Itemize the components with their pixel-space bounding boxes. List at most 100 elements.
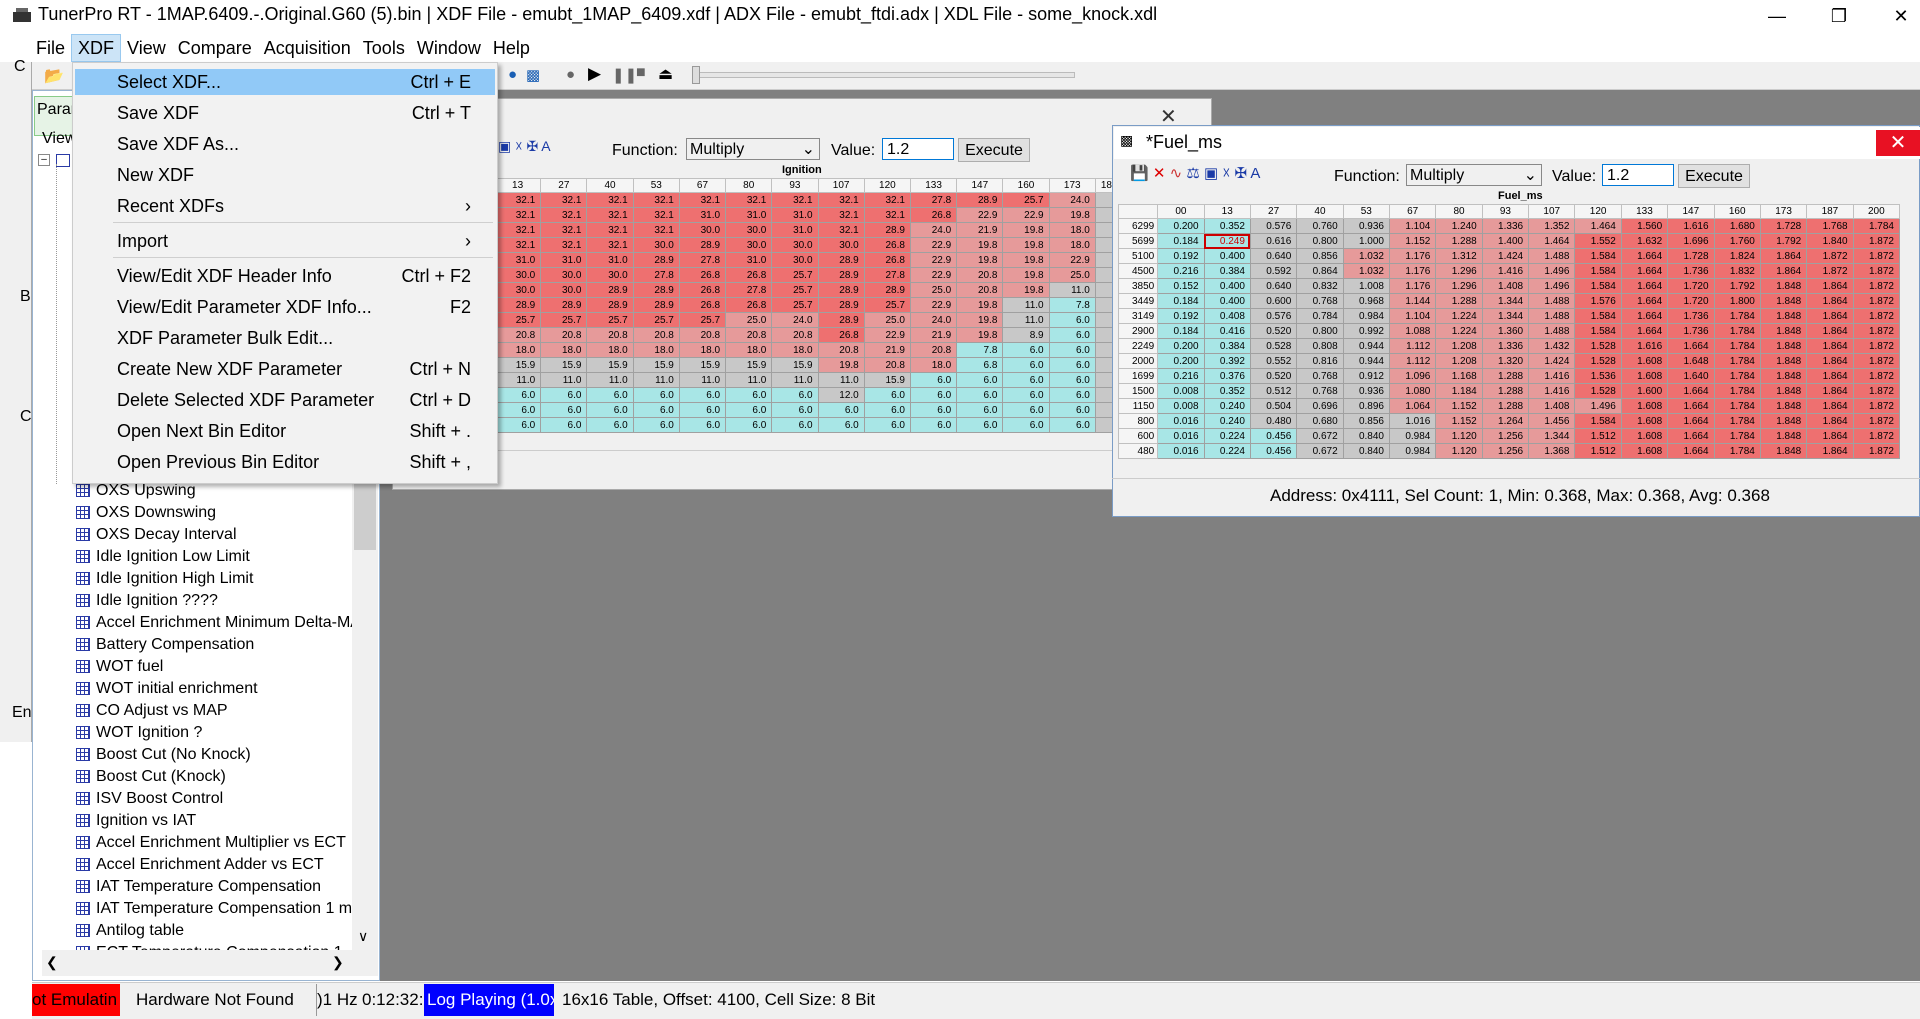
table-cell[interactable]: 1.848 — [1759, 308, 1808, 324]
table-cell[interactable]: 32.1 — [586, 192, 634, 208]
table-cell[interactable]: 1.336 — [1481, 338, 1530, 354]
table-cell[interactable]: 15.9 — [725, 357, 773, 373]
table-cell[interactable]: 0.672 — [1296, 428, 1344, 444]
table-cell[interactable]: 22.9 — [863, 327, 911, 343]
table-cell[interactable]: 0.912 — [1342, 368, 1391, 384]
table-cell[interactable]: 0.856 — [1296, 248, 1344, 264]
table-cell[interactable]: 6.0 — [817, 417, 865, 433]
table-cell[interactable]: 1.608 — [1620, 428, 1669, 444]
table-cell[interactable]: 0.408 — [1203, 308, 1251, 324]
table-cell[interactable]: 0.192 — [1157, 308, 1205, 324]
parameter-list-item[interactable]: Idle Ignition High Limit — [42, 568, 352, 590]
table-cell[interactable]: 0.480 — [1249, 413, 1298, 429]
table-cell[interactable]: 11.0 — [632, 372, 680, 388]
table-cell[interactable]: 0.504 — [1249, 398, 1298, 414]
table-cell[interactable]: 0.944 — [1342, 353, 1391, 369]
table-cell[interactable]: 1.032 — [1342, 248, 1391, 264]
parameter-list-item[interactable]: IAT Temperature Compensation — [42, 876, 352, 898]
table-cell[interactable]: 30.0 — [493, 267, 542, 283]
table-cell[interactable]: 1.872 — [1852, 398, 1901, 414]
table-cell[interactable]: 20.8 — [956, 267, 1004, 283]
table-cell[interactable]: 25.7 — [586, 312, 634, 328]
table-cell[interactable]: 31.0 — [725, 207, 773, 223]
table-cell[interactable]: 27.8 — [725, 282, 773, 298]
fuel-value-input[interactable]: 1.2 — [1602, 164, 1674, 186]
table-cell[interactable]: 18.0 — [771, 342, 819, 358]
table-cell[interactable]: 6.0 — [1048, 372, 1096, 388]
table-cell[interactable]: 6.0 — [678, 417, 727, 433]
table-cell[interactable]: 19.8 — [817, 357, 865, 373]
table-cell[interactable]: 1.664 — [1620, 308, 1669, 324]
table-cell[interactable]: 1.584 — [1574, 248, 1622, 264]
table-cell[interactable]: 1.616 — [1667, 218, 1715, 234]
table-cell[interactable]: 20.8 — [909, 342, 958, 358]
table-cell[interactable]: 25.7 — [1002, 192, 1050, 208]
table-cell[interactable]: 0.512 — [1249, 383, 1298, 399]
table-cell[interactable]: 22.9 — [956, 207, 1004, 223]
table-cell[interactable]: 6.0 — [540, 417, 588, 433]
table-cell[interactable]: 0.216 — [1157, 368, 1205, 384]
table-cell[interactable]: 1.176 — [1388, 248, 1437, 264]
table-cell[interactable]: 0.936 — [1342, 383, 1391, 399]
table-cell[interactable]: 0.672 — [1296, 443, 1344, 459]
horizontal-scrollbar[interactable] — [42, 950, 378, 976]
table-cell[interactable]: 0.184 — [1157, 233, 1205, 249]
table-cell[interactable]: 25.7 — [771, 267, 819, 283]
open-folder-icon[interactable]: 📂 — [44, 66, 64, 86]
table-cell[interactable]: 21.9 — [863, 342, 911, 358]
table-cell[interactable]: 1.432 — [1528, 338, 1576, 354]
table-cell[interactable]: 19.8 — [1048, 207, 1096, 223]
cut-icon[interactable]: ☓ — [1222, 165, 1230, 182]
table-cell[interactable]: 26.8 — [817, 327, 865, 343]
table-cell[interactable]: 6.0 — [956, 387, 1004, 403]
table-cell[interactable]: 0.640 — [1249, 278, 1298, 294]
table-cell[interactable]: 1.496 — [1528, 278, 1576, 294]
table-cell[interactable]: 1.528 — [1574, 383, 1622, 399]
table-cell[interactable]: 1.208 — [1435, 353, 1483, 369]
table-cell[interactable]: 6.0 — [540, 387, 588, 403]
table-cell[interactable]: 1.112 — [1388, 353, 1437, 369]
table-cell[interactable]: 1.488 — [1528, 248, 1576, 264]
table-cell[interactable]: 0.576 — [1249, 308, 1298, 324]
table-cell[interactable]: 1.168 — [1435, 368, 1483, 384]
table-cell[interactable]: 1.584 — [1574, 413, 1622, 429]
table-cell[interactable]: 11.0 — [725, 372, 773, 388]
table-cell[interactable]: 1.368 — [1528, 443, 1576, 459]
table-cell[interactable]: 1.096 — [1388, 368, 1437, 384]
table-cell[interactable]: 6.0 — [586, 387, 634, 403]
table-cell[interactable]: 1.296 — [1435, 278, 1483, 294]
record-icon[interactable]: ● — [566, 66, 575, 83]
close-button[interactable]: ✕ — [1878, 0, 1920, 32]
table-cell[interactable]: 15.9 — [586, 357, 634, 373]
table-cell[interactable]: 6.0 — [863, 417, 911, 433]
table-cell[interactable]: 0.808 — [1296, 338, 1344, 354]
parameter-list-item[interactable]: Accel Enrichment Adder vs ECT — [42, 854, 352, 876]
table-cell[interactable]: 6.0 — [632, 387, 680, 403]
table-cell[interactable]: 31.0 — [678, 207, 727, 223]
table-cell[interactable]: 0.856 — [1342, 413, 1391, 429]
table-cell[interactable]: 1.784 — [1713, 428, 1761, 444]
table-cell[interactable]: 1.872 — [1852, 338, 1901, 354]
table-cell[interactable]: 1.496 — [1574, 398, 1622, 414]
table-cell[interactable]: 1.784 — [1713, 338, 1761, 354]
table-cell[interactable]: 0.352 — [1203, 383, 1251, 399]
parameter-list-item[interactable]: CO Adjust vs MAP — [42, 700, 352, 722]
table-cell[interactable]: 22.9 — [909, 237, 958, 253]
table-cell[interactable]: 6.0 — [586, 402, 634, 418]
table-cell[interactable]: 6.0 — [909, 417, 958, 433]
table-cell[interactable]: 6.0 — [863, 402, 911, 418]
table-cell[interactable]: 1.456 — [1528, 413, 1576, 429]
sort-icon[interactable]: ✠ — [1235, 165, 1248, 182]
table-cell[interactable]: 32.1 — [493, 222, 542, 238]
play-icon[interactable]: ▶ — [588, 64, 601, 84]
table-cell[interactable]: 1.600 — [1620, 383, 1669, 399]
table-cell[interactable]: 7.8 — [956, 342, 1004, 358]
table-cell[interactable]: 1.288 — [1435, 293, 1483, 309]
table-cell[interactable]: 28.9 — [586, 282, 634, 298]
table-cell[interactable]: 1.664 — [1620, 293, 1669, 309]
table-cell[interactable]: 25.0 — [909, 282, 958, 298]
maximize-button[interactable]: ❐ — [1816, 0, 1862, 32]
menu-item-new-xdf[interactable]: New XDF — [75, 162, 495, 188]
table-cell[interactable]: 1.344 — [1528, 428, 1576, 444]
table-cell[interactable]: 0.528 — [1249, 338, 1298, 354]
